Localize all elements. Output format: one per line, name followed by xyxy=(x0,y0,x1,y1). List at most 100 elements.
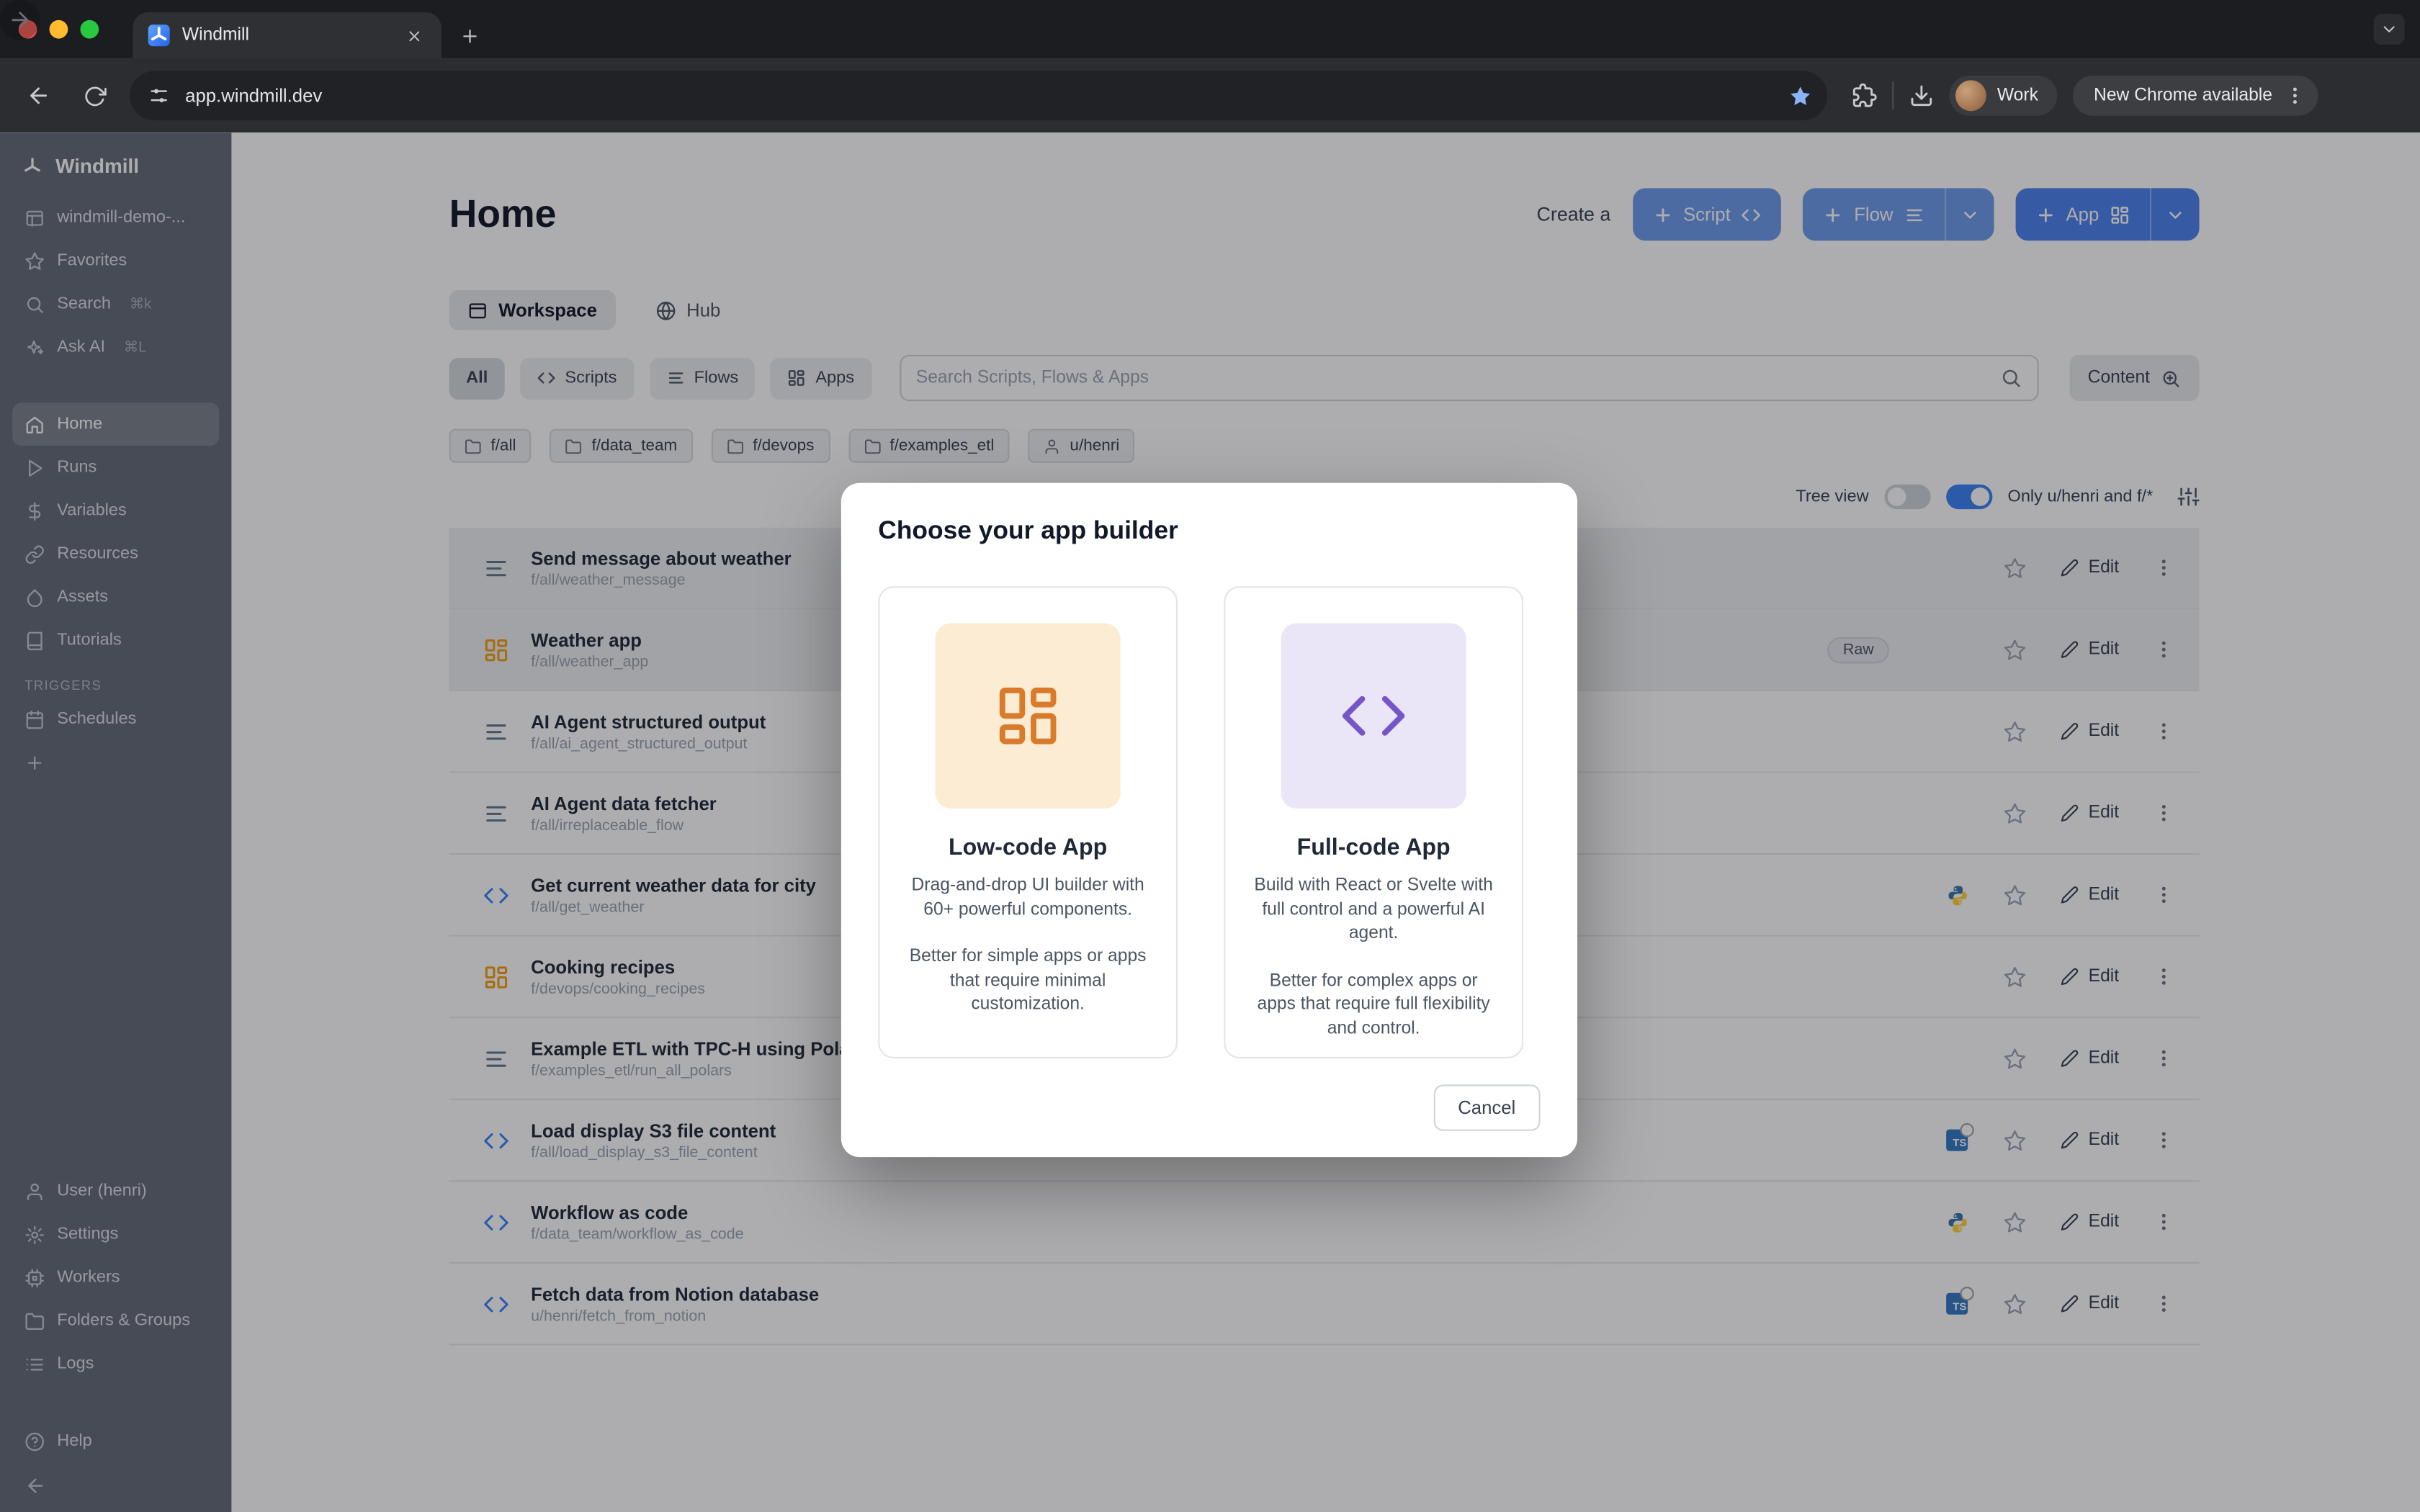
favorite-star-icon[interactable] xyxy=(2004,720,2027,743)
new-tab-button[interactable] xyxy=(454,20,485,51)
create-flow-dropdown-button[interactable] xyxy=(1944,188,1994,240)
tab-list-chevron-button[interactable] xyxy=(2374,14,2405,45)
lowcode-option-card[interactable]: Low-code App Drag-and-drop UI builder wi… xyxy=(878,586,1178,1058)
browser-tab[interactable]: Windmill xyxy=(133,12,442,58)
row-menu-kebab-icon[interactable] xyxy=(2153,1211,2174,1233)
list-item[interactable]: Fetch data from Notion database u/henri/… xyxy=(449,1264,2200,1346)
create-app-button[interactable]: App xyxy=(2015,188,2200,240)
tab-hub[interactable]: Hub xyxy=(637,290,739,330)
edit-button[interactable]: Edit xyxy=(2061,640,2119,659)
filter-all[interactable]: All xyxy=(449,357,505,399)
favorite-star-icon[interactable] xyxy=(2004,1129,2027,1152)
row-menu-kebab-icon[interactable] xyxy=(2153,1048,2174,1069)
sidebar-item-variables[interactable]: Variables xyxy=(12,489,219,532)
tab-close-icon[interactable] xyxy=(398,20,429,51)
chrome-update-chip[interactable]: New Chrome available xyxy=(2072,76,2318,116)
back-button[interactable] xyxy=(19,76,59,116)
favorite-star-icon[interactable] xyxy=(2004,638,2027,661)
folder-chip-label: f/devops xyxy=(753,436,814,455)
sidebar-item-ask-ai[interactable]: Ask AI⌘L xyxy=(12,325,219,369)
row-menu-kebab-icon[interactable] xyxy=(2153,1130,2174,1151)
edit-button[interactable]: Edit xyxy=(2061,1049,2119,1068)
workspace-switcher[interactable]: windmill-demo-... xyxy=(12,196,219,239)
edit-button[interactable]: Edit xyxy=(2061,722,2119,741)
sidebar-item-schedules[interactable]: Schedules xyxy=(12,698,219,741)
filter-apps[interactable]: Apps xyxy=(771,357,871,399)
edit-button[interactable]: Edit xyxy=(2061,1131,2119,1150)
browser-menu-kebab-icon[interactable] xyxy=(2285,85,2306,107)
edit-button[interactable]: Edit xyxy=(2061,968,2119,986)
favorite-star-icon[interactable] xyxy=(2004,965,2027,988)
edit-button[interactable]: Edit xyxy=(2061,1212,2119,1231)
create-flow-button[interactable]: Flow xyxy=(1803,188,1993,240)
fullcode-option-card[interactable]: Full-code App Build with React or Svelte… xyxy=(1224,586,1523,1058)
sidebar-item-search[interactable]: Search⌘k xyxy=(12,282,219,325)
sidebar-item-home[interactable]: Home xyxy=(12,402,219,446)
edit-button-label: Edit xyxy=(2089,640,2119,659)
favorite-star-icon[interactable] xyxy=(2004,1210,2027,1233)
row-menu-kebab-icon[interactable] xyxy=(2153,884,2174,906)
search-input[interactable] xyxy=(916,369,1988,387)
item-path: f/all/weather_message xyxy=(531,572,792,589)
only-owner-toggle[interactable] xyxy=(1946,485,1992,509)
edit-button-label: Edit xyxy=(2089,1049,2119,1068)
minimize-window-button[interactable] xyxy=(50,20,68,39)
profile-avatar xyxy=(1955,80,1986,111)
row-menu-kebab-icon[interactable] xyxy=(2153,557,2174,579)
sidebar-item-tutorials[interactable]: Tutorials xyxy=(12,618,219,662)
favorite-star-icon[interactable] xyxy=(2004,883,2027,906)
site-info-icon[interactable] xyxy=(148,85,170,107)
sidebar-item-workers[interactable]: Workers xyxy=(12,1256,219,1299)
folder-chip-f-data-team[interactable]: f/data_team xyxy=(550,429,693,463)
python-icon xyxy=(1945,883,1968,906)
folder-chip-f-examples-etl[interactable]: f/examples_etl xyxy=(848,429,1010,463)
folder-chip-f-devops[interactable]: f/devops xyxy=(711,429,829,463)
sidebar-item-resources[interactable]: Resources xyxy=(12,532,219,575)
bookmark-star-icon[interactable] xyxy=(1789,84,1812,107)
sidebar-add-trigger-button[interactable] xyxy=(12,741,219,784)
tree-view-toggle[interactable] xyxy=(1884,485,1930,509)
filter-scripts[interactable]: Scripts xyxy=(520,357,634,399)
extensions-puzzle-icon[interactable] xyxy=(1852,84,1876,108)
filter-settings-icon[interactable] xyxy=(2178,486,2200,508)
row-menu-kebab-icon[interactable] xyxy=(2153,639,2174,660)
sidebar-item-settings[interactable]: Settings xyxy=(12,1212,219,1256)
favorite-star-icon[interactable] xyxy=(2004,1292,2027,1315)
sidebar-item-logs[interactable]: Logs xyxy=(12,1342,219,1385)
sidebar-item-assets[interactable]: Assets xyxy=(12,575,219,618)
row-menu-kebab-icon[interactable] xyxy=(2153,1293,2174,1315)
sidebar-item-favorites[interactable]: Favorites xyxy=(12,239,219,282)
filter-flows[interactable]: Flows xyxy=(649,357,755,399)
create-script-button[interactable]: Script xyxy=(1632,188,1781,240)
list-item[interactable]: Workflow as code f/data_team/workflow_as… xyxy=(449,1182,2200,1264)
folder-chip-u-henri[interactable]: u/henri xyxy=(1028,429,1135,463)
create-app-dropdown-button[interactable] xyxy=(2150,188,2200,240)
address-bar[interactable]: app.windmill.dev xyxy=(130,71,1827,121)
profile-button[interactable]: Work xyxy=(1949,76,2056,116)
tab-workspace[interactable]: Workspace xyxy=(449,290,616,330)
cancel-button[interactable]: Cancel xyxy=(1433,1084,1541,1130)
refresh-button[interactable] xyxy=(74,76,115,116)
download-icon[interactable] xyxy=(1909,84,1934,108)
sidebar-item-home-label: Home xyxy=(57,415,102,433)
edit-button[interactable]: Edit xyxy=(2061,804,2119,822)
folder-chip-f-all[interactable]: f/all xyxy=(449,429,532,463)
edit-button[interactable]: Edit xyxy=(2061,559,2119,577)
sidebar-item-folders-groups[interactable]: Folders & Groups xyxy=(12,1299,219,1342)
favorite-star-icon[interactable] xyxy=(2004,1047,2027,1070)
sidebar-item-help[interactable]: Help xyxy=(12,1419,219,1462)
row-menu-kebab-icon[interactable] xyxy=(2153,802,2174,824)
row-menu-kebab-icon[interactable] xyxy=(2153,966,2174,987)
sidebar-collapse-button[interactable] xyxy=(12,1462,219,1496)
maximize-window-button[interactable] xyxy=(80,20,99,39)
sidebar-item-user[interactable]: User (henri) xyxy=(12,1169,219,1212)
close-window-button[interactable] xyxy=(19,20,37,39)
edit-button[interactable]: Edit xyxy=(2061,1295,2119,1313)
edit-button[interactable]: Edit xyxy=(2061,886,2119,904)
row-menu-kebab-icon[interactable] xyxy=(2153,721,2174,742)
favorite-star-icon[interactable] xyxy=(2004,801,2027,824)
content-search-button[interactable]: Content xyxy=(2069,355,2200,401)
item-type-icon xyxy=(483,800,509,826)
sidebar-item-runs[interactable]: Runs xyxy=(12,446,219,489)
favorite-star-icon[interactable] xyxy=(2004,557,2027,580)
